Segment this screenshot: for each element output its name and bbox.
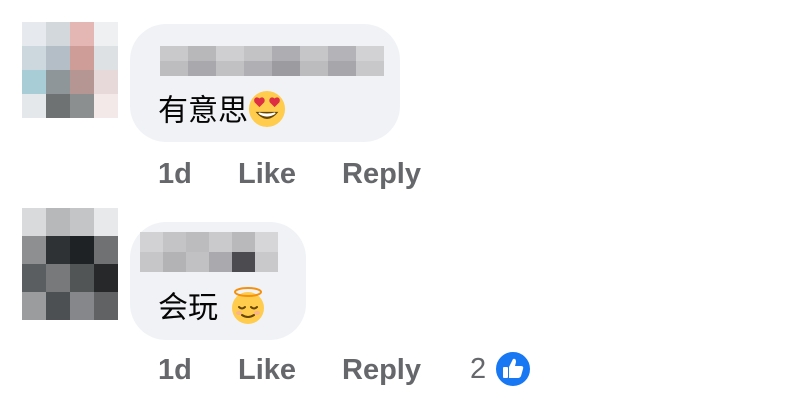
comment-actions: 1d Like Reply [158, 354, 458, 388]
comment-text-content: 会玩 [158, 290, 218, 326]
timestamp-link[interactable]: 1d [158, 354, 192, 387]
like-button[interactable]: Like [238, 158, 296, 191]
avatar[interactable] [22, 208, 118, 320]
smiling-face-with-halo-emoji-icon [228, 286, 268, 332]
comment-text: 有意思 [158, 90, 286, 134]
comment-text-content: 有意思 [158, 93, 248, 129]
timestamp-link[interactable]: 1d [158, 158, 192, 191]
comment-item: 有意思 1d Like Reply [0, 0, 800, 200]
reply-button[interactable]: Reply [342, 354, 421, 387]
reaction-count[interactable]: 2 [470, 353, 486, 386]
author-name-blurred[interactable] [140, 232, 278, 272]
comment-text: 会玩 [158, 286, 268, 332]
heart-eyes-emoji-icon [248, 90, 286, 134]
reply-button[interactable]: Reply [342, 158, 421, 191]
author-name-blurred[interactable] [160, 46, 384, 76]
comment-item: 会玩 1d Like Reply 2 [0, 200, 800, 402]
like-thumbs-up-icon[interactable] [494, 350, 532, 392]
comment-actions: 1d Like Reply [158, 158, 458, 192]
like-button[interactable]: Like [238, 354, 296, 387]
avatar[interactable] [22, 22, 118, 118]
